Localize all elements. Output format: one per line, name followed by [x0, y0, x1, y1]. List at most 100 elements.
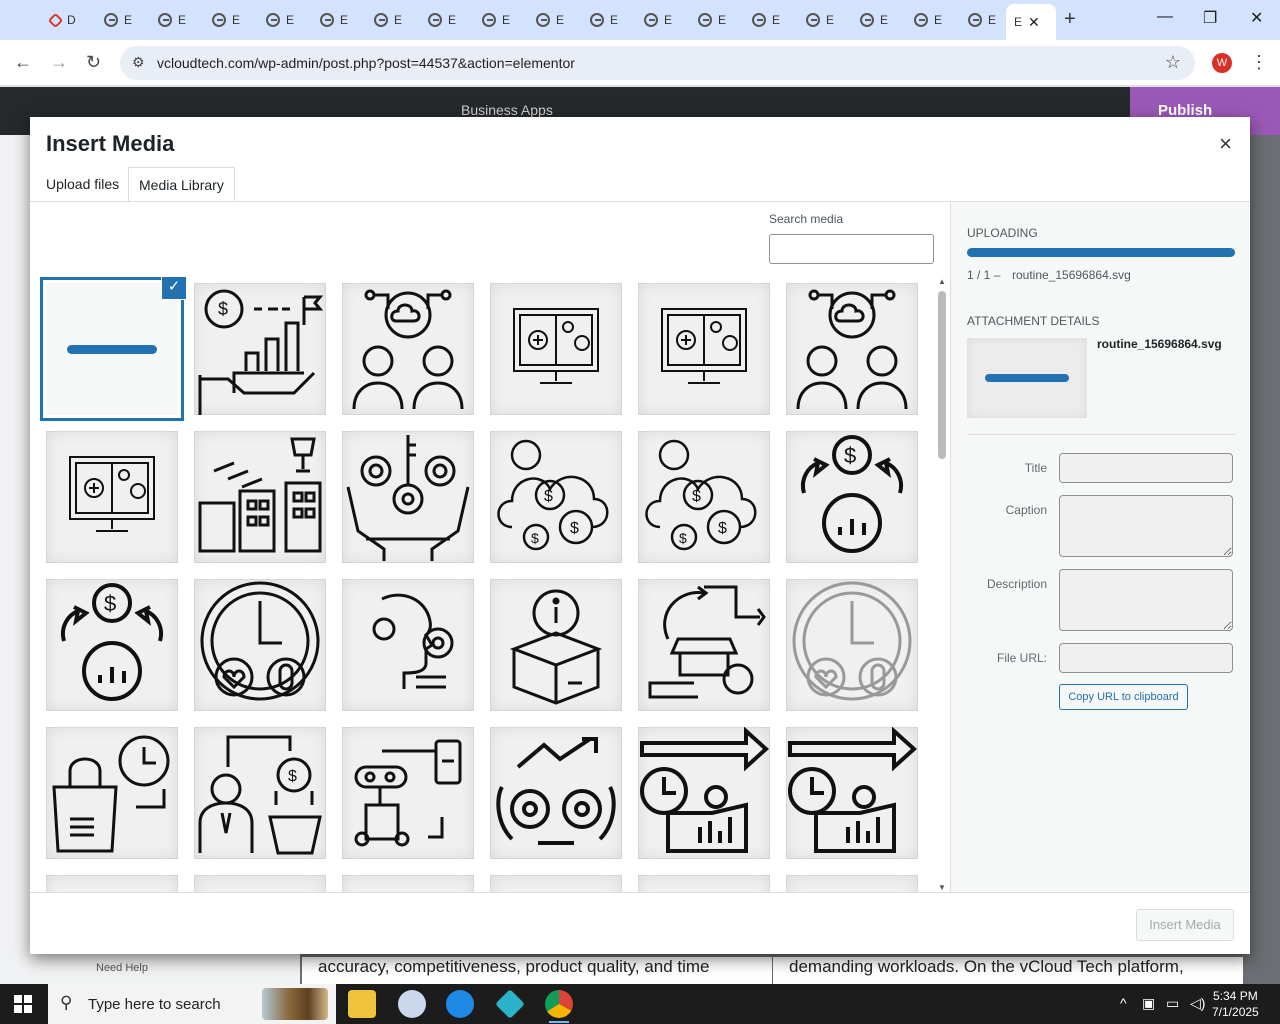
- new-tab-button[interactable]: +: [1064, 8, 1076, 31]
- media-item[interactable]: [194, 875, 326, 892]
- caption-field[interactable]: [1059, 495, 1233, 557]
- media-item[interactable]: [342, 431, 474, 563]
- reload-icon[interactable]: ↻: [86, 52, 101, 73]
- app-icon[interactable]: [398, 990, 426, 1018]
- insert-media-button[interactable]: Insert Media: [1136, 909, 1234, 941]
- media-item[interactable]: $: [786, 431, 918, 563]
- caption-label: Caption: [1005, 503, 1047, 517]
- description-field[interactable]: [1059, 569, 1233, 631]
- browser-tab[interactable]: E: [474, 6, 528, 34]
- browser-tab[interactable]: E: [582, 6, 636, 34]
- tray-chevron-icon[interactable]: ^: [1120, 995, 1127, 1011]
- tab-close-icon[interactable]: ✕: [1028, 14, 1040, 31]
- modal-close-button[interactable]: ×: [1219, 131, 1232, 157]
- windows-taskbar: ⚲ Type here to search ^ ▣ ▭ ◁) 5:34 PM 7/…: [0, 984, 1280, 1024]
- omnibox[interactable]: ⚙ vcloudtech.com/wp-admin/post.php?post=…: [120, 46, 1195, 80]
- file-explorer-icon[interactable]: [348, 990, 376, 1018]
- svg-text:$: $: [218, 299, 228, 319]
- browser-tab[interactable]: E: [150, 6, 204, 34]
- file-url-field[interactable]: [1059, 643, 1233, 673]
- browser-tab[interactable]: E: [96, 6, 150, 34]
- elementor-favicon-icon: [266, 13, 280, 27]
- selected-check-icon[interactable]: ✓: [162, 277, 186, 299]
- scroll-down-icon[interactable]: ▼: [938, 883, 946, 892]
- browser-tab[interactable]: E: [528, 6, 582, 34]
- windows-start-icon[interactable]: [14, 995, 32, 1013]
- scroll-up-icon[interactable]: ▲: [938, 277, 946, 286]
- media-item[interactable]: [194, 579, 326, 711]
- browser-tab[interactable]: E: [744, 6, 798, 34]
- media-item[interactable]: ✓: [46, 277, 186, 415]
- media-item[interactable]: [46, 727, 178, 859]
- document-name[interactable]: Business Apps: [461, 102, 553, 118]
- browser-tab[interactable]: E: [204, 6, 258, 34]
- elementor-favicon-icon: [644, 13, 658, 27]
- browser-tab[interactable]: E: [420, 6, 474, 34]
- browser-tab-active[interactable]: E ✕: [1006, 4, 1056, 40]
- browser-tab[interactable]: D: [42, 6, 96, 34]
- media-item[interactable]: [342, 283, 474, 415]
- edge-icon[interactable]: [446, 990, 474, 1018]
- upload-progress-fill: [967, 248, 1235, 257]
- scrollbar-thumb[interactable]: [938, 291, 946, 459]
- browser-tab[interactable]: E: [636, 6, 690, 34]
- media-item[interactable]: [46, 431, 178, 563]
- tab-upload-files[interactable]: Upload files: [36, 167, 129, 202]
- media-item[interactable]: [490, 727, 622, 859]
- chrome-icon[interactable]: [545, 990, 573, 1023]
- volume-icon[interactable]: ◁): [1190, 995, 1205, 1012]
- media-grid-scrollbar[interactable]: ▲ ▼: [935, 277, 949, 892]
- title-field[interactable]: [1059, 453, 1233, 483]
- media-item[interactable]: [638, 283, 770, 415]
- media-item[interactable]: [490, 579, 622, 711]
- media-item[interactable]: $ $ $: [638, 431, 770, 563]
- customer-purchase-flow-icon: $: [198, 735, 322, 855]
- media-item[interactable]: [342, 727, 474, 859]
- media-item[interactable]: [490, 875, 622, 892]
- media-item[interactable]: [46, 875, 178, 892]
- cloud-money-icon: $ $ $: [645, 439, 757, 551]
- copy-url-button[interactable]: Copy URL to clipboard: [1059, 684, 1188, 710]
- bookmark-star-icon[interactable]: ☆: [1165, 52, 1181, 73]
- browser-tab[interactable]: E: [312, 6, 366, 34]
- media-item[interactable]: [786, 579, 918, 711]
- window-close-button[interactable]: ✕: [1250, 8, 1263, 28]
- media-item[interactable]: [194, 431, 326, 563]
- browser-tab[interactable]: E: [906, 6, 960, 34]
- taskbar-clock[interactable]: 5:34 PM 7/1/2025: [1212, 988, 1259, 1020]
- browser-tab[interactable]: E: [366, 6, 420, 34]
- tab-media-library[interactable]: Media Library: [128, 167, 235, 202]
- restore-button[interactable]: ❐: [1203, 8, 1217, 28]
- browser-tab[interactable]: E: [798, 6, 852, 34]
- browser-tab[interactable]: E: [852, 6, 906, 34]
- elementor-favicon-icon: [428, 13, 442, 27]
- media-item[interactable]: [342, 579, 474, 711]
- media-item[interactable]: $: [194, 283, 326, 415]
- network-icon[interactable]: ▭: [1166, 995, 1179, 1012]
- media-item[interactable]: $: [194, 727, 326, 859]
- browser-menu-icon[interactable]: ⋮: [1250, 52, 1268, 73]
- media-item[interactable]: [490, 283, 622, 415]
- media-item[interactable]: [786, 875, 918, 892]
- taskbar-search[interactable]: ⚲ Type here to search: [48, 984, 336, 1024]
- forward-arrow-icon[interactable]: →: [50, 52, 68, 73]
- profile-avatar[interactable]: W: [1212, 53, 1232, 73]
- media-item[interactable]: $: [46, 579, 178, 711]
- media-item[interactable]: [786, 283, 918, 415]
- media-item[interactable]: [786, 727, 918, 859]
- notification-icon[interactable]: ▣: [1142, 995, 1155, 1012]
- site-info-icon[interactable]: ⚙: [132, 54, 145, 71]
- app-icon[interactable]: [495, 989, 525, 1019]
- media-item[interactable]: [638, 579, 770, 711]
- search-media-input[interactable]: [769, 234, 934, 264]
- media-item[interactable]: $ $ $: [490, 431, 622, 563]
- minimize-button[interactable]: —: [1157, 8, 1173, 26]
- url-text[interactable]: vcloudtech.com/wp-admin/post.php?post=44…: [157, 55, 575, 71]
- back-arrow-icon[interactable]: ←: [14, 52, 32, 73]
- need-help-link[interactable]: Need Help: [96, 962, 148, 974]
- media-item[interactable]: [638, 875, 770, 892]
- browser-tab[interactable]: E: [690, 6, 744, 34]
- media-item[interactable]: [638, 727, 770, 859]
- browser-tab[interactable]: E: [258, 6, 312, 34]
- media-item[interactable]: [342, 875, 474, 892]
